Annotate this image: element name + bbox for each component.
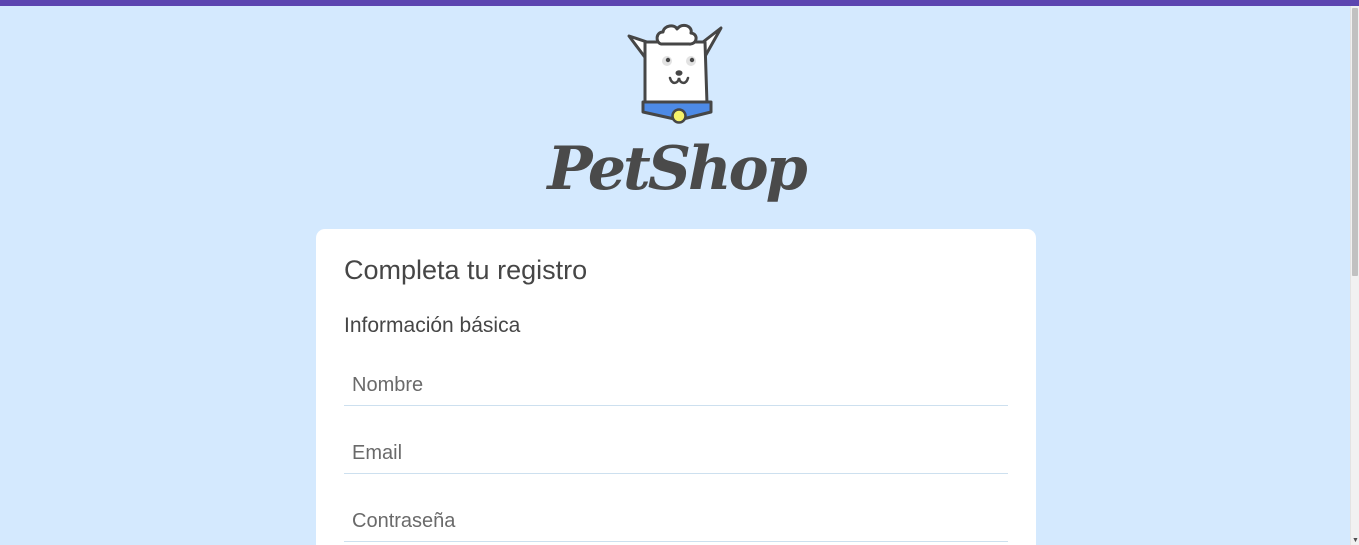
registration-card: Completa tu registro Información básica bbox=[316, 229, 1036, 545]
email-field bbox=[344, 434, 1008, 474]
section-title-basic-info: Información básica bbox=[344, 314, 521, 337]
page-header: PetShop bbox=[0, 6, 1350, 226]
email-input[interactable] bbox=[344, 434, 1008, 473]
password-field bbox=[344, 502, 1008, 542]
name-input[interactable] bbox=[344, 366, 1008, 405]
dog-mascot-icon bbox=[627, 23, 723, 124]
brand-logo-text: PetShop bbox=[547, 134, 807, 204]
page-scrollbar[interactable]: ▼ bbox=[1350, 6, 1359, 545]
scrollbar-thumb[interactable] bbox=[1352, 8, 1358, 276]
password-input[interactable] bbox=[344, 502, 1008, 541]
name-field bbox=[344, 366, 1008, 406]
form-title: Completa tu registro bbox=[344, 255, 588, 285]
scroll-down-arrow-icon[interactable]: ▼ bbox=[1352, 537, 1359, 545]
